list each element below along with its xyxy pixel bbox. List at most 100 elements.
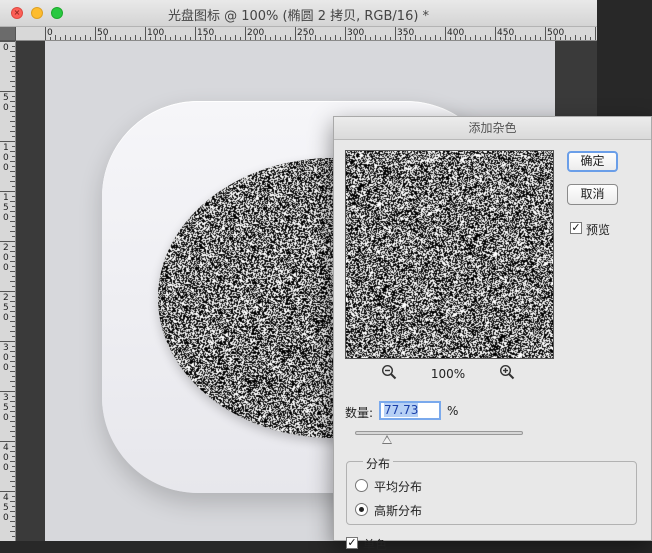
ruler-tick bbox=[12, 156, 15, 157]
ruler-tick bbox=[12, 406, 15, 407]
ruler-tick bbox=[85, 35, 86, 40]
ruler-origin[interactable] bbox=[0, 27, 16, 41]
ruler-tick bbox=[60, 37, 61, 40]
ruler-tick bbox=[12, 226, 15, 227]
ruler-tick bbox=[12, 516, 15, 517]
gaussian-radio[interactable] bbox=[355, 503, 368, 516]
ruler-tick bbox=[130, 37, 131, 40]
ok-button[interactable]: 确定 bbox=[567, 151, 618, 172]
zoom-out-icon[interactable] bbox=[381, 364, 397, 380]
ruler-tick bbox=[335, 35, 336, 40]
ruler-label: 250 bbox=[297, 28, 315, 38]
title-bar[interactable]: × 光盘图标 @ 100% (椭圆 2 拷贝, RGB/16) * bbox=[0, 0, 597, 27]
ruler-tick bbox=[0, 91, 15, 92]
ruler-tick bbox=[330, 37, 331, 40]
ruler-tick bbox=[12, 446, 15, 447]
ruler-tick bbox=[12, 176, 15, 177]
ruler-tick bbox=[12, 476, 15, 477]
ruler-tick bbox=[12, 536, 15, 537]
amount-input[interactable]: 77.73 bbox=[379, 401, 441, 420]
ruler-tick bbox=[95, 27, 96, 40]
ruler-label: 100 bbox=[147, 28, 165, 38]
ruler-tick bbox=[10, 121, 15, 122]
ruler-tick bbox=[270, 37, 271, 40]
ruler-label: 0 bbox=[3, 43, 9, 53]
dialog-title[interactable]: 添加杂色 bbox=[334, 117, 651, 140]
ruler-tick bbox=[0, 241, 15, 242]
gaussian-label[interactable]: 高斯分布 bbox=[374, 502, 422, 519]
ruler-tick bbox=[475, 35, 476, 40]
ruler-tick bbox=[590, 37, 591, 40]
monochromatic-label[interactable]: 单色 bbox=[363, 536, 387, 553]
ruler-tick bbox=[415, 35, 416, 40]
ruler-tick bbox=[480, 37, 481, 40]
ruler-tick bbox=[12, 466, 15, 467]
ruler-tick bbox=[245, 27, 246, 40]
ruler-tick bbox=[12, 356, 15, 357]
ruler-tick bbox=[12, 206, 15, 207]
ruler-tick bbox=[315, 35, 316, 40]
ruler-tick bbox=[570, 37, 571, 40]
ruler-tick bbox=[115, 35, 116, 40]
ruler-tick bbox=[10, 531, 15, 532]
cancel-button[interactable]: 取消 bbox=[567, 184, 618, 205]
ruler-tick bbox=[12, 96, 15, 97]
ruler-tick bbox=[285, 35, 286, 40]
ruler-tick bbox=[420, 37, 421, 40]
amount-slider-thumb[interactable] bbox=[381, 435, 392, 444]
ruler-tick bbox=[430, 37, 431, 40]
ruler-tick bbox=[520, 37, 521, 40]
ruler-label: 300 bbox=[347, 28, 365, 38]
ruler-tick bbox=[165, 35, 166, 40]
vertical-ruler[interactable]: 050100150200250300350400450500 bbox=[0, 41, 16, 541]
ruler-tick bbox=[575, 35, 576, 40]
ruler-tick bbox=[540, 37, 541, 40]
ruler-tick bbox=[45, 27, 46, 40]
uniform-radio[interactable] bbox=[355, 479, 368, 492]
horizontal-ruler[interactable]: 0 50 100 150 200 250 300 350 400 450 500 bbox=[16, 27, 597, 41]
ruler-tick bbox=[440, 37, 441, 40]
ruler-tick bbox=[12, 296, 15, 297]
zoom-in-icon[interactable] bbox=[499, 364, 515, 380]
ruler-label: 500 bbox=[547, 28, 565, 38]
ruler-tick bbox=[12, 526, 15, 527]
ruler-label: 50 bbox=[3, 93, 9, 113]
ruler-label: 100 bbox=[3, 143, 9, 173]
ruler-tick bbox=[580, 37, 581, 40]
ruler-tick bbox=[12, 196, 15, 197]
ruler-tick bbox=[12, 106, 15, 107]
ruler-tick bbox=[0, 191, 15, 192]
ruler-tick bbox=[12, 456, 15, 457]
ruler-tick bbox=[12, 216, 15, 217]
preview-label[interactable]: 预览 bbox=[586, 221, 610, 238]
ruler-tick bbox=[10, 231, 15, 232]
ruler-tick bbox=[12, 376, 15, 377]
amount-slider-track[interactable] bbox=[355, 431, 523, 435]
ruler-tick bbox=[10, 61, 15, 62]
ruler-tick bbox=[12, 76, 15, 77]
uniform-label[interactable]: 平均分布 bbox=[374, 478, 422, 495]
ruler-label: 50 bbox=[97, 28, 109, 38]
ruler-label: 200 bbox=[3, 243, 9, 273]
ruler-tick bbox=[320, 37, 321, 40]
preview-checkbox[interactable]: ✓ bbox=[570, 222, 582, 234]
ruler-tick bbox=[12, 506, 15, 507]
ruler-tick bbox=[175, 35, 176, 40]
amount-label: 数量: bbox=[345, 406, 374, 420]
ruler-tick bbox=[10, 431, 15, 432]
ruler-tick bbox=[12, 436, 15, 437]
ruler-tick bbox=[365, 35, 366, 40]
ruler-tick bbox=[230, 37, 231, 40]
ruler-tick bbox=[12, 286, 15, 287]
ruler-label: 250 bbox=[3, 293, 9, 323]
ruler-tick bbox=[345, 27, 346, 40]
ruler-tick bbox=[12, 326, 15, 327]
ruler-label: 200 bbox=[247, 28, 265, 38]
ruler-tick bbox=[485, 35, 486, 40]
filter-preview[interactable] bbox=[345, 150, 554, 359]
ruler-label: 150 bbox=[3, 193, 9, 223]
monochromatic-checkbox[interactable]: ✓ bbox=[346, 537, 358, 549]
ruler-label: 350 bbox=[397, 28, 415, 38]
ruler-tick bbox=[595, 27, 596, 40]
ruler-tick bbox=[12, 166, 15, 167]
